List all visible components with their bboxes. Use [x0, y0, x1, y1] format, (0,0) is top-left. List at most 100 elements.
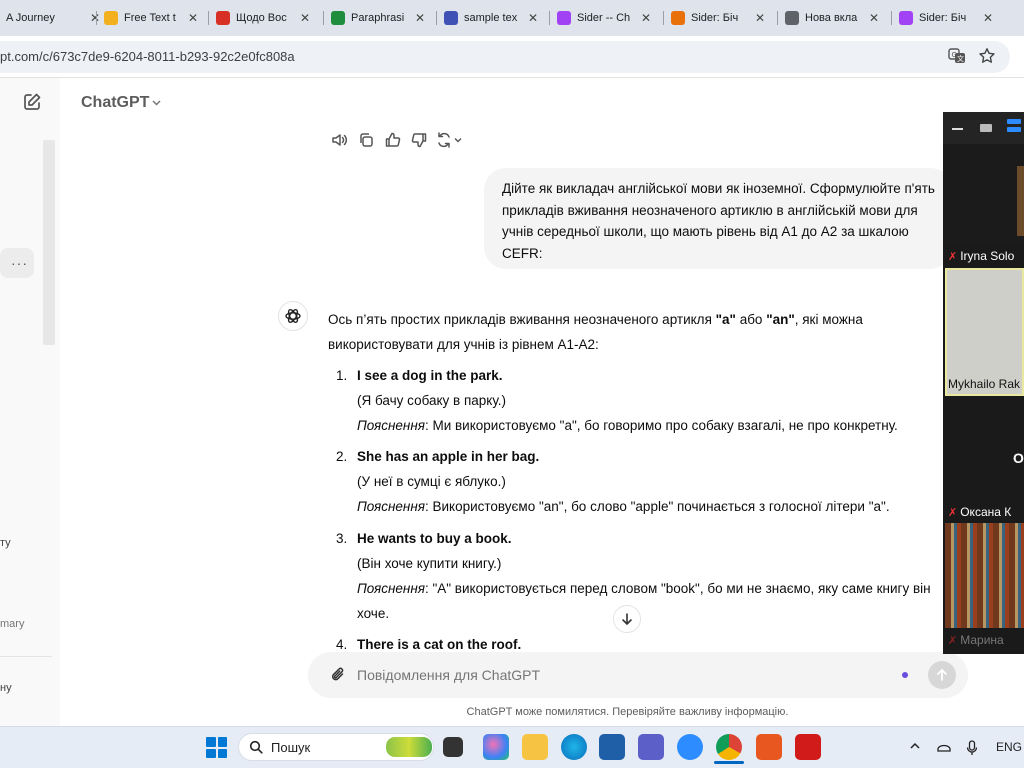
tab-close-icon[interactable]: ✕ — [88, 11, 102, 25]
gallery-view-icon[interactable] — [1007, 119, 1021, 133]
browser-tab[interactable]: Free Text t ✕ — [104, 4, 200, 32]
chatgpt-logo-icon — [278, 301, 308, 331]
tab-title: Нова вкла — [805, 12, 858, 24]
sidebar-item-label[interactable]: mary — [0, 618, 24, 630]
tab-favicon-icon — [331, 11, 345, 25]
participant-video-tile[interactable] — [945, 144, 1024, 244]
windows-start-icon[interactable] — [206, 737, 227, 758]
browser-tab[interactable]: sample tex ✕ — [444, 4, 540, 32]
scroll-to-bottom-button[interactable] — [613, 605, 641, 633]
participant-name: ✗ Iryna Solo — [948, 249, 1015, 263]
tab-close-icon[interactable]: ✕ — [298, 11, 312, 25]
translate-icon[interactable]: G文 — [948, 47, 966, 65]
copy-icon[interactable] — [357, 131, 375, 149]
tab-title: Sider -- Ch — [577, 12, 631, 24]
browser-tab[interactable]: Paraphrasi ✕ — [331, 4, 427, 32]
tab-close-icon[interactable]: ✕ — [981, 11, 995, 25]
message-input[interactable] — [357, 667, 877, 683]
thumbs-up-icon[interactable] — [384, 131, 402, 149]
tab-separator — [663, 11, 664, 25]
tab-favicon-icon — [899, 11, 913, 25]
tab-title: Free Text t — [124, 12, 176, 24]
sidebar-item-label[interactable]: ну — [0, 682, 12, 694]
minimize-icon[interactable] — [952, 128, 963, 130]
arrow-down-icon — [622, 613, 632, 625]
tab-title: A Journey — [6, 12, 55, 24]
browser-tab[interactable]: Щодо Вос ✕ — [216, 4, 312, 32]
task-view-icon[interactable] — [443, 737, 463, 757]
answer-intro: Ось п’ять простих прикладів вживання нео… — [328, 312, 863, 327]
example-sentence: She has an apple in her bag. — [357, 449, 540, 464]
read-aloud-icon[interactable] — [330, 131, 348, 149]
participant-video-tile[interactable] — [945, 523, 1024, 628]
tab-title: Paraphrasi — [351, 12, 405, 24]
microphone-icon[interactable] — [966, 740, 978, 759]
tab-close-icon[interactable]: ✕ — [639, 11, 653, 25]
tab-close-icon[interactable]: ✕ — [186, 11, 200, 25]
example-sentence: I see a dog in the park. — [357, 368, 503, 383]
tab-favicon-icon — [104, 11, 118, 25]
example-sentence: He wants to buy a book. — [357, 531, 512, 546]
mic-muted-icon: ✗ — [948, 635, 958, 647]
taskbar-search-label: Пошук — [271, 740, 311, 755]
store-icon[interactable] — [599, 734, 625, 760]
copilot-icon[interactable] — [483, 734, 509, 760]
status-dot-icon — [902, 672, 908, 678]
thumbs-down-icon[interactable] — [410, 131, 428, 149]
chevron-down-icon[interactable] — [151, 97, 162, 111]
example-translation: (У неї в сумці є яблуко.) — [357, 474, 506, 489]
restore-icon[interactable] — [980, 124, 992, 132]
browser-tab[interactable]: Sider: Біч ✕ — [671, 4, 767, 32]
tab-title: Щодо Вос — [236, 12, 287, 24]
tab-separator — [96, 11, 97, 25]
browser-tab[interactable]: Sider -- Ch ✕ — [557, 4, 653, 32]
example-explanation: Пояснення: "A" використовується перед сл… — [357, 581, 931, 596]
new-chat-icon[interactable] — [22, 92, 42, 112]
bookmark-star-icon[interactable] — [978, 47, 996, 65]
tab-favicon-icon — [444, 11, 458, 25]
presentation-app-icon[interactable] — [756, 734, 782, 760]
tab-favicon-icon — [216, 11, 230, 25]
tab-close-icon[interactable]: ✕ — [413, 11, 427, 25]
regenerate-icon[interactable] — [436, 131, 464, 149]
model-selector[interactable]: ChatGPT — [81, 94, 149, 112]
tab-close-icon[interactable]: ✕ — [867, 11, 881, 25]
url-text[interactable]: pt.com/c/673c7de9-6204-8011-b293-92c2e0f… — [0, 49, 295, 64]
tray-chevron-up-icon[interactable] — [909, 740, 921, 755]
chrome-icon[interactable] — [716, 734, 742, 760]
chat-options-button[interactable]: ··· — [0, 248, 34, 278]
browser-tab-bar: A Journey ✕ Free Text t ✕ Щодо Вос ✕ Paraphras… — [0, 0, 1024, 36]
example-translation: (Я бачу собаку в парку.) — [357, 393, 507, 408]
tab-title: Sider: Біч — [691, 12, 739, 24]
windows-taskbar — [0, 726, 1024, 768]
assistant-message: Ось п’ять простих прикладів вживання нео… — [328, 307, 953, 652]
example-explanation: Пояснення: Використовуємо "an", бо слово… — [357, 499, 890, 514]
tab-title: sample tex — [464, 12, 518, 24]
zoom-icon[interactable] — [677, 734, 703, 760]
browser-tab[interactable]: Sider: Біч ✕ — [899, 4, 995, 32]
participant-name: ✗ Марина — [948, 633, 1004, 647]
participant-name: ✗ Оксана К — [948, 505, 1012, 519]
tab-close-icon[interactable]: ✕ — [526, 11, 540, 25]
send-button[interactable] — [928, 661, 956, 689]
browser-tab[interactable]: A Journey ✕ — [6, 4, 102, 32]
sidebar-item-label[interactable]: ту — [0, 537, 11, 549]
search-highlight-icon[interactable] — [386, 737, 432, 757]
tab-close-icon[interactable]: ✕ — [753, 11, 767, 25]
user-message-bubble: Дійте як викладач англійської мови як ін… — [484, 168, 952, 269]
example-translation: (Він хоче купити книгу.) — [357, 556, 502, 571]
language-indicator[interactable]: ENG — [996, 740, 1022, 754]
example-explanation-continued: хоче. — [357, 606, 390, 621]
example-sentence: There is a cat on the roof. — [357, 637, 522, 652]
sidebar-scrollbar[interactable] — [43, 140, 55, 345]
tab-favicon-icon — [557, 11, 571, 25]
file-explorer-icon[interactable] — [522, 734, 548, 760]
browser-tab[interactable]: Нова вкла ✕ — [785, 4, 881, 32]
edge-icon[interactable] — [561, 734, 587, 760]
teams-icon[interactable] — [638, 734, 664, 760]
tab-separator — [891, 11, 892, 25]
pdf-reader-icon[interactable] — [795, 734, 821, 760]
sidebar-divider — [0, 656, 52, 657]
network-icon[interactable] — [936, 740, 952, 757]
paperclip-icon[interactable] — [330, 666, 346, 684]
